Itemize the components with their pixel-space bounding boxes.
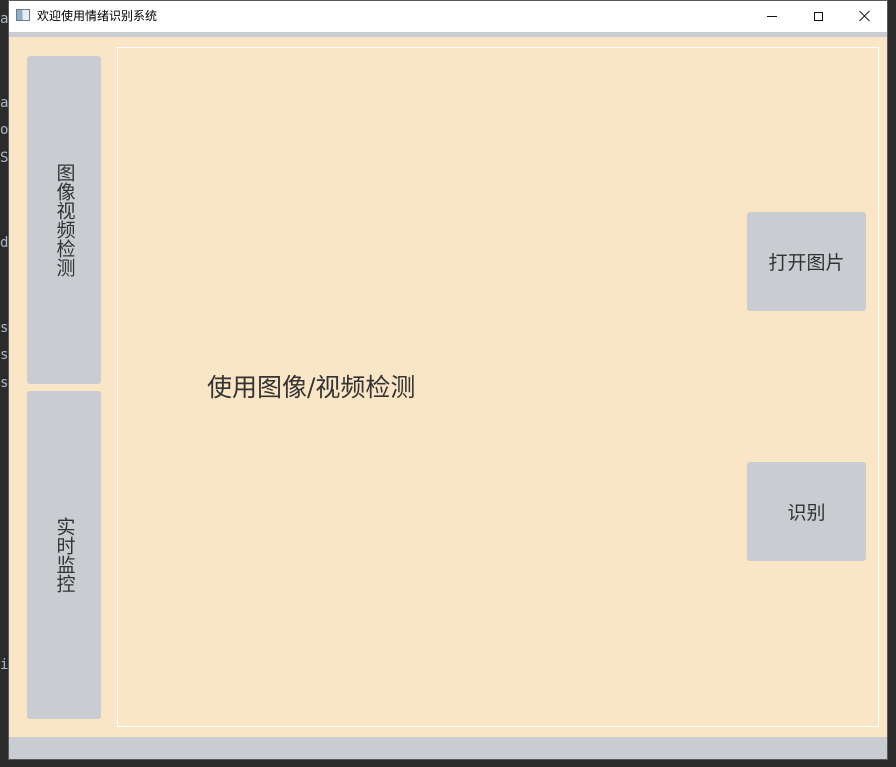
background-code-char: o — [0, 122, 8, 138]
close-button[interactable] — [841, 1, 887, 31]
background-code-char: a — [0, 11, 8, 27]
background-code-char: s — [0, 347, 8, 363]
recognize-button[interactable]: 识别 — [747, 462, 866, 561]
background-code-char: s — [0, 375, 8, 391]
app-window: 欢迎使用情绪识别系统 图像视频检测 实时监控 使用图像/视频检测 打开图片 识别 — [8, 0, 888, 760]
title-bar[interactable]: 欢迎使用情绪识别系统 — [9, 1, 887, 32]
client-area: 图像视频检测 实时监控 使用图像/视频检测 打开图片 识别 — [9, 37, 887, 737]
main-panel-label: 使用图像/视频检测 — [207, 373, 416, 402]
background-code-char: s — [0, 320, 8, 336]
image-video-detection-button[interactable]: 图像视频检测 — [27, 56, 101, 384]
minimize-icon — [767, 15, 777, 17]
background-code-char: a — [0, 95, 8, 111]
window-title: 欢迎使用情绪识别系统 — [37, 9, 158, 23]
background-code-char: d — [0, 235, 8, 251]
close-icon — [858, 10, 870, 22]
status-bar — [9, 737, 887, 759]
maximize-icon — [813, 11, 823, 21]
minimize-button[interactable] — [749, 1, 795, 31]
app-window-icon — [16, 9, 30, 21]
open-image-button[interactable]: 打开图片 — [747, 212, 866, 311]
background-editor: a a o S d s s s i — [0, 0, 8, 767]
realtime-monitor-button[interactable]: 实时监控 — [27, 391, 101, 719]
background-code-char: i — [0, 657, 8, 673]
background-code-char: S — [0, 150, 8, 166]
maximize-button[interactable] — [795, 1, 841, 31]
